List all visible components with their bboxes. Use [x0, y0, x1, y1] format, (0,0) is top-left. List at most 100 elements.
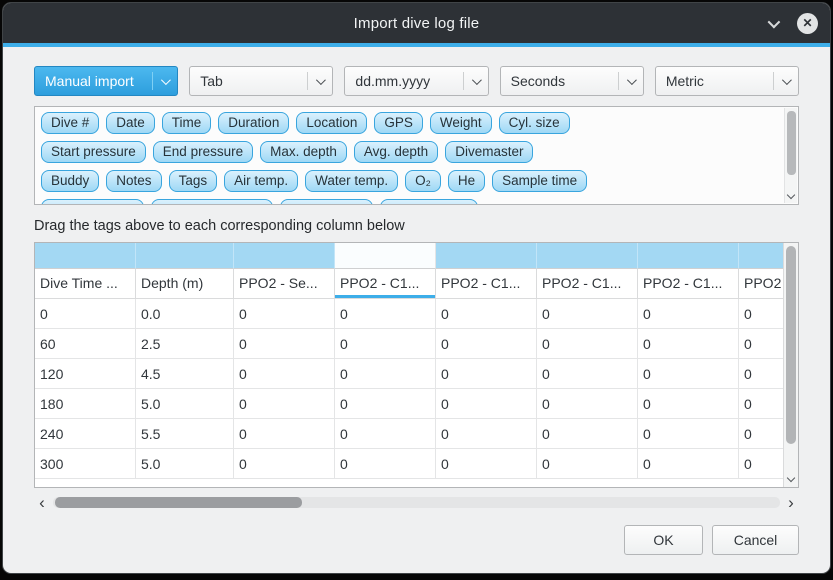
drag-tag[interactable]: Water temp. [305, 170, 398, 192]
drag-tag[interactable]: Time [162, 112, 212, 134]
close-icon[interactable]: ✕ [797, 13, 818, 34]
scrollbar-thumb[interactable] [786, 246, 796, 444]
column-header-cell: PPO2 - C1... [335, 269, 436, 299]
units-combobox[interactable]: Metric [655, 66, 799, 96]
table-cell: 0 [436, 299, 537, 329]
scrollbar-thumb[interactable] [787, 111, 796, 175]
column-drop-cell[interactable] [35, 243, 136, 269]
drag-tag[interactable]: GPS [374, 112, 423, 134]
drag-tag[interactable]: Tags [169, 170, 218, 192]
drag-tag[interactable]: Sample pO₂ [280, 199, 373, 205]
table-cell: 0 [335, 389, 436, 419]
cancel-button[interactable]: Cancel [712, 525, 799, 555]
drag-tag[interactable]: Sample CNS [380, 199, 478, 205]
table-cell: 0 [638, 449, 739, 479]
table-cell: 0 [537, 329, 638, 359]
table-cell: 0 [537, 299, 638, 329]
column-drop-cell[interactable] [739, 243, 783, 269]
column-header-cell: PPO2 - C1... [436, 269, 537, 299]
drag-tag[interactable]: Divemaster [445, 141, 533, 163]
drag-tag[interactable]: Max. depth [260, 141, 347, 163]
drag-tag[interactable]: Weight [430, 112, 492, 134]
chevron-down-icon [627, 75, 637, 85]
drag-tag[interactable]: Air temp. [224, 170, 298, 192]
combobox-value: dd.mm.yyyy [355, 73, 458, 89]
column-header-cell: Depth (m) [136, 269, 234, 299]
tag-rows: Dive # Date Time Duration Location GPS Weight C… [35, 107, 798, 205]
drag-tag[interactable]: Dive # [41, 112, 99, 134]
table-row: 00.0000000 [35, 299, 783, 329]
tag-row: Sample depth Sample pressure Sample pO₂ Sam… [41, 199, 792, 205]
table-horizontal-scrollbar[interactable]: ‹ › [34, 495, 799, 510]
combobox-value: Tab [200, 73, 303, 89]
tag-panel-scrollbar[interactable] [784, 108, 797, 203]
column-drop-cell[interactable] [234, 243, 335, 269]
drag-tag[interactable]: He [448, 170, 485, 192]
date-format-combobox[interactable]: dd.mm.yyyy [344, 66, 488, 96]
drag-tag[interactable]: O₂ [405, 170, 441, 192]
chevron-down-icon [472, 75, 482, 85]
table-cell: 0 [638, 389, 739, 419]
combobox-separator [463, 72, 464, 90]
table-cell: 0 [436, 419, 537, 449]
table-cell: 0 [436, 389, 537, 419]
table-cell: 120 [35, 359, 136, 389]
column-header-cell: Dive Time ... [35, 269, 136, 299]
table-row: 2405.5000000 [35, 419, 783, 449]
titlebar: Import dive log file ✕ [3, 3, 830, 43]
table-cell: 0 [35, 299, 136, 329]
table-cell: 0 [638, 329, 739, 359]
scroll-left-icon[interactable]: ‹ [34, 496, 50, 509]
drag-tag[interactable]: End pressure [153, 141, 253, 163]
table-cell: 0 [234, 359, 335, 389]
table-row: 602.5000000 [35, 329, 783, 359]
import-options-row: Manual import Tab dd.mm.yyyy Seconds Met [34, 66, 799, 96]
table-cell: 0 [234, 299, 335, 329]
drag-tag[interactable]: Sample time [492, 170, 587, 192]
column-drop-cell[interactable] [136, 243, 234, 269]
drag-tag[interactable]: Sample depth [41, 199, 144, 205]
scrollbar-thumb[interactable] [55, 497, 302, 508]
drag-tag[interactable]: Cyl. size [499, 112, 570, 134]
column-drop-cell[interactable] [638, 243, 739, 269]
table-cell: 0 [335, 449, 436, 479]
column-header-cell: PPO2 - Se... [234, 269, 335, 299]
table-cell: 0 [739, 449, 783, 479]
combobox-value: Seconds [511, 73, 614, 89]
column-header-cell: PPO2 - C1... [638, 269, 739, 299]
column-drop-cell[interactable] [436, 243, 537, 269]
table-cell: 5.0 [136, 449, 234, 479]
drag-tag[interactable]: Sample pressure [151, 199, 273, 205]
scroll-down-icon[interactable] [787, 474, 795, 482]
drag-tag[interactable]: Duration [218, 112, 289, 134]
table-cell: 0 [335, 329, 436, 359]
drag-tag[interactable]: Notes [106, 170, 161, 192]
import-mode-combobox[interactable]: Manual import [34, 66, 178, 96]
drag-tag[interactable]: Avg. depth [354, 141, 438, 163]
scrollbar-track[interactable] [53, 497, 780, 508]
duration-format-combobox[interactable]: Seconds [500, 66, 644, 96]
table-cell: 5.0 [136, 389, 234, 419]
column-drop-cell[interactable] [335, 243, 436, 269]
table-cell: 0 [335, 419, 436, 449]
table-cell: 0 [537, 449, 638, 479]
table-cell: 0 [436, 329, 537, 359]
tag-row: Start pressure End pressure Max. depth Avg.… [41, 141, 792, 163]
drag-tag[interactable]: Start pressure [41, 141, 146, 163]
column-header-cell: PPO2 [739, 269, 783, 299]
drag-tag[interactable]: Buddy [41, 170, 99, 192]
scroll-down-icon[interactable] [787, 191, 795, 199]
scroll-right-icon[interactable]: › [783, 496, 799, 509]
column-drop-cell[interactable] [537, 243, 638, 269]
drag-tag[interactable]: Date [106, 112, 155, 134]
dialog-content: Manual import Tab dd.mm.yyyy Seconds Met [3, 47, 830, 555]
drag-tag[interactable]: Location [296, 112, 367, 134]
ok-button[interactable]: OK [624, 525, 703, 555]
preview-table: Dive Time ...Depth (m)PPO2 - Se...PPO2 -… [35, 243, 783, 487]
table-cell: 0 [537, 389, 638, 419]
table-cell: 0 [335, 359, 436, 389]
table-cell: 0 [436, 359, 537, 389]
table-cell: 0.0 [136, 299, 234, 329]
table-vertical-scrollbar[interactable] [783, 243, 798, 487]
field-separator-combobox[interactable]: Tab [189, 66, 333, 96]
